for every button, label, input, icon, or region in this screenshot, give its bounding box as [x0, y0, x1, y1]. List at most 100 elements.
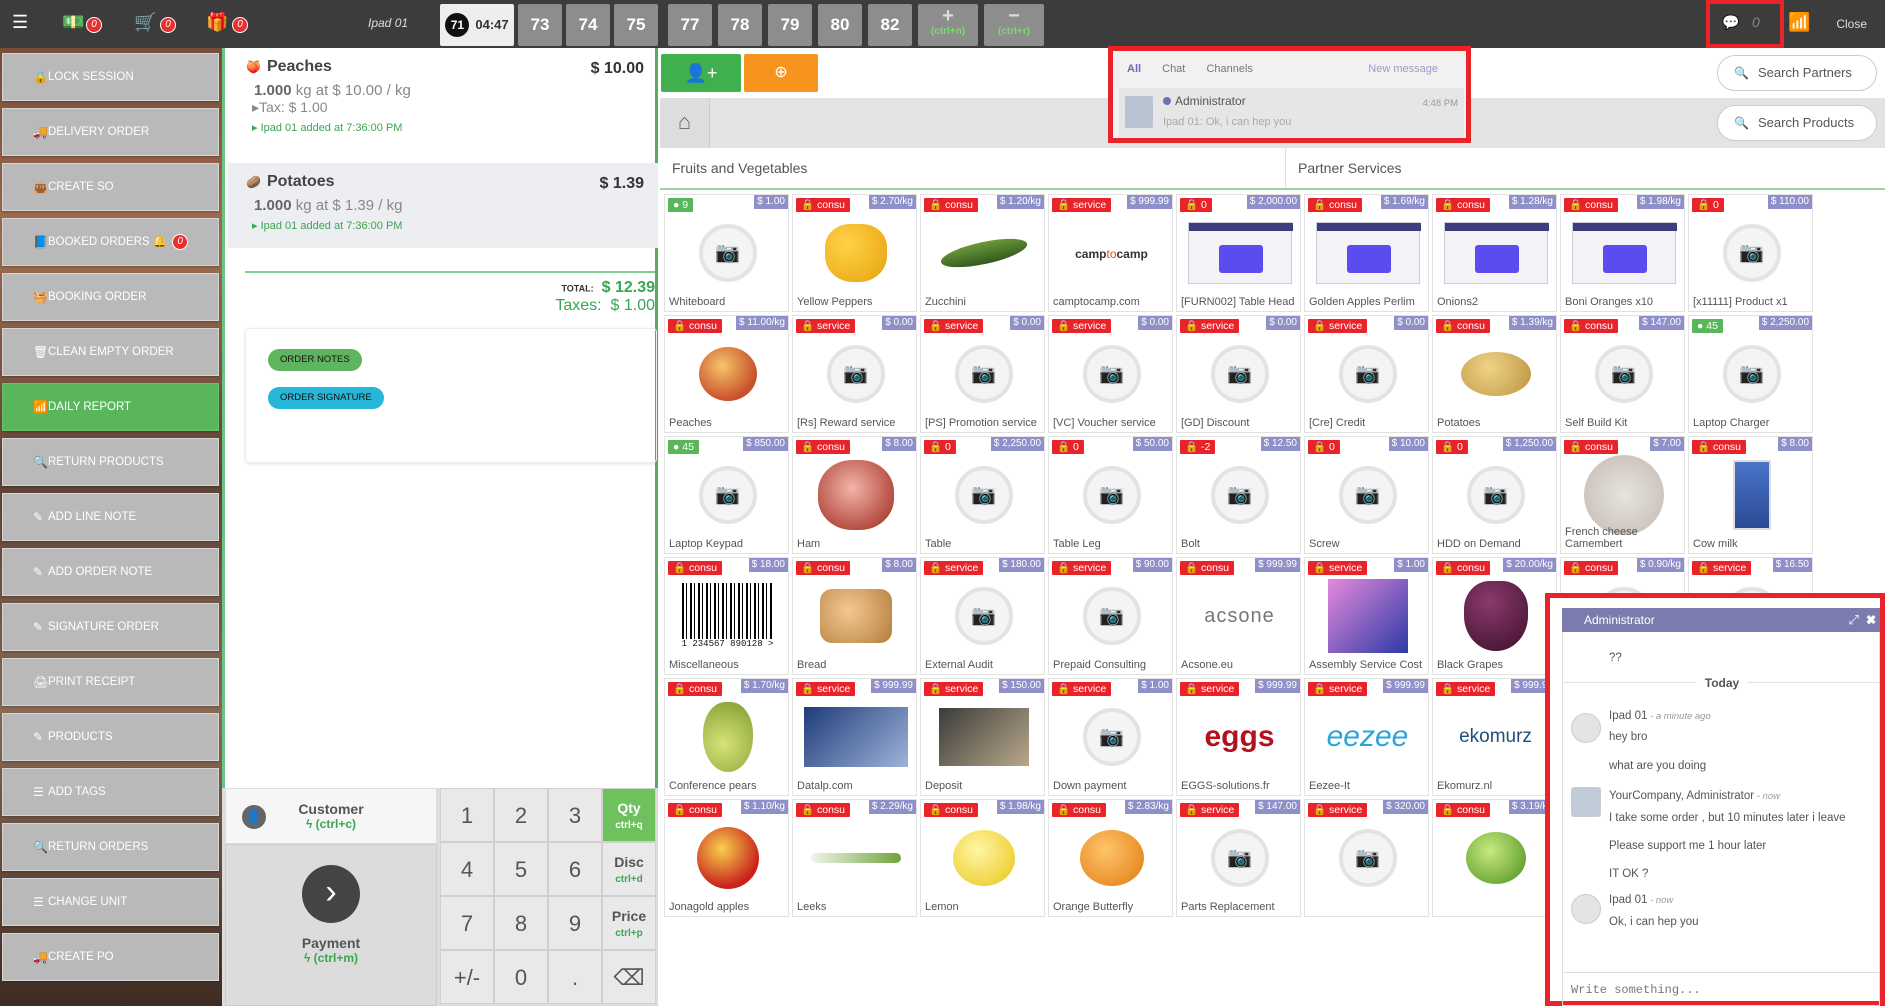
product-card[interactable]: 📷 🔒 0 $ 10.00 Screw — [1304, 436, 1429, 554]
payment-button[interactable]: › Payment ϟ (ctrl+m) — [225, 844, 437, 1006]
product-card[interactable]: 🔒 consu $ 1.69/kg Golden Apples Perlim — [1304, 194, 1429, 312]
sidebar-item-add-order-note[interactable]: ✎ ADD ORDER NOTE — [2, 548, 219, 596]
product-card[interactable]: 📷 🔒 service $ 1.00 Down payment — [1048, 678, 1173, 796]
tab-all[interactable]: All — [1127, 63, 1141, 75]
backspace-icon[interactable]: ⌫ — [602, 950, 656, 1004]
numpad-key[interactable]: 6 — [548, 842, 602, 896]
product-card[interactable]: acsone 🔒 consu $ 999.99 Acsone.eu — [1176, 557, 1301, 675]
order-tab[interactable]: 74 — [566, 4, 610, 46]
numpad-key[interactable]: 9 — [548, 896, 602, 950]
product-card[interactable]: 🔒 consu $ 8.00 Bread — [792, 557, 917, 675]
close-button[interactable]: Close — [1836, 17, 1867, 31]
product-card[interactable]: 🔒 0 $ 2,000.00 [FURN002] Table Head — [1176, 194, 1301, 312]
home-icon[interactable]: ⌂ — [660, 98, 710, 148]
order-tab[interactable]: 75 — [614, 4, 658, 46]
order-line-selected[interactable]: 🥔 Potatoes $ 1.39 1.000 kg at $ 1.39 / kg… — [228, 163, 658, 248]
chat-header[interactable]: Administrator ⤢ ✖ — [1562, 608, 1880, 632]
sidebar-item-daily-report[interactable]: 📶 DAILY REPORT — [2, 383, 219, 431]
product-card[interactable]: 🔒 consu $ 1.39/kg Potatoes — [1432, 315, 1557, 433]
product-card[interactable]: 📷 ● 9 $ 1.00 Whiteboard — [664, 194, 789, 312]
new-order-button[interactable]: + (ctrl+n) — [918, 4, 978, 46]
product-card[interactable]: 🔒 service $ 1.00 Assembly Service Cost — [1304, 557, 1429, 675]
product-card[interactable]: 🔒 consu $ 8.00 Ham — [792, 436, 917, 554]
numpad-key[interactable]: 8 — [494, 896, 548, 950]
product-card[interactable]: 🔒 consu $ 1.28/kg Onions2 — [1432, 194, 1557, 312]
sidebar-item-create-po[interactable]: 🚚 CREATE PO — [2, 933, 219, 981]
order-tab[interactable]: 73 — [518, 4, 562, 46]
gift-icon[interactable]: 🎁 — [206, 12, 228, 33]
product-card[interactable]: 🔒 consu $ 7.00 French cheese Camembert — [1560, 436, 1685, 554]
tab-chat[interactable]: Chat — [1162, 63, 1185, 75]
product-card[interactable]: 📷 🔒 service $ 180.00 External Audit — [920, 557, 1045, 675]
sidebar-item-booked-orders[interactable]: 📘 BOOKED ORDERS 🔔 0 — [2, 218, 219, 266]
numpad-key[interactable]: +/- — [440, 950, 494, 1004]
order-line[interactable]: 🍑 Peaches $ 10.00 1.000 kg at $ 10.00 / k… — [228, 48, 658, 153]
tab-channels[interactable]: Channels — [1206, 63, 1252, 75]
product-card[interactable]: 📷 🔒 service $ 147.00 Parts Replacement — [1176, 799, 1301, 917]
numpad-key[interactable]: 4 — [440, 842, 494, 896]
sidebar-item-products[interactable]: ✎ PRODUCTS — [2, 713, 219, 761]
product-card[interactable]: 🔒 consu $ 2.29/kg Leeks — [792, 799, 917, 917]
product-card[interactable]: 📷 ● 45 $ 850.00 Laptop Keypad — [664, 436, 789, 554]
numpad-key[interactable]: 1 — [440, 788, 494, 842]
product-card[interactable]: 📷 🔒 service $ 0.00 [Rs] Reward service — [792, 315, 917, 433]
sidebar-item-change-unit[interactable]: ☰ CHANGE UNIT — [2, 878, 219, 926]
product-card[interactable]: 📷 🔒 service $ 90.00 Prepaid Consulting — [1048, 557, 1173, 675]
product-card[interactable]: 📷 🔒 0 $ 1,250.00 HDD on Demand — [1432, 436, 1557, 554]
close-icon[interactable]: ✖ — [1866, 612, 1876, 627]
sidebar-item-add-tags[interactable]: ☰ ADD TAGS — [2, 768, 219, 816]
order-notes-button[interactable]: ORDER NOTES — [268, 349, 362, 371]
new-message-link[interactable]: New message — [1368, 63, 1438, 75]
product-card[interactable]: 📷 🔒 service $ 0.00 [GD] Discount — [1176, 315, 1301, 433]
expand-icon[interactable]: ⤢ — [1848, 612, 1858, 627]
product-card[interactable]: 📷 🔒 0 $ 110.00 [x11111] Product x1 — [1688, 194, 1813, 312]
product-card[interactable]: 📷 🔒 0 $ 50.00 Table Leg — [1048, 436, 1173, 554]
product-card[interactable]: 📷 🔒 service $ 0.00 [Cre] Credit — [1304, 315, 1429, 433]
product-card[interactable]: 🔒 service $ 999.99 Datalp.com — [792, 678, 917, 796]
chat-icon[interactable]: 💬 — [1722, 14, 1739, 31]
sidebar-item-delivery-order[interactable]: 🚚 DELIVERY ORDER — [2, 108, 219, 156]
sidebar-item-signature-order[interactable]: ✎ SIGNATURE ORDER — [2, 603, 219, 651]
numpad-key[interactable]: . — [548, 950, 602, 1004]
add-product-button[interactable]: ⊕ — [744, 54, 818, 92]
category-fruits-and-vegetables[interactable]: Fruits and Vegetables — [660, 148, 1285, 188]
sidebar-item-add-line-note[interactable]: ✎ ADD LINE NOTE — [2, 493, 219, 541]
order-signature-button[interactable]: ORDER SIGNATURE — [268, 387, 384, 409]
remove-order-button[interactable]: − (ctrl+r) — [984, 4, 1044, 46]
sidebar-item-clean-empty-order[interactable]: 🗑 CLEAN EMPTY ORDER — [2, 328, 219, 376]
product-card[interactable]: 🔒 consu $ 2.83/kg Orange Butterfly — [1048, 799, 1173, 917]
numpad-key[interactable]: 3 — [548, 788, 602, 842]
cash-icon[interactable]: 💵 — [62, 12, 84, 33]
product-card[interactable]: 📷 🔒 -2 $ 12.50 Bolt — [1176, 436, 1301, 554]
numpad-key[interactable]: 2 — [494, 788, 548, 842]
search-partners-input[interactable]: 🔍 Search Partners — [1717, 55, 1877, 91]
add-customer-button[interactable]: 👤+ — [661, 54, 741, 92]
order-tab[interactable]: 79 — [768, 4, 812, 46]
order-tab[interactable]: 80 — [818, 4, 862, 46]
sidebar-item-lock-session[interactable]: 🔒 LOCK SESSION — [2, 53, 219, 101]
mode-price-button[interactable]: Price ctrl+p — [602, 896, 656, 950]
mode-qty-button[interactable]: Qty ctrl+q — [602, 788, 656, 842]
product-card[interactable]: 🔒 consu $ 1.70/kg Conference pears — [664, 678, 789, 796]
product-card[interactable]: 📷 🔒 service $ 0.00 [VC] Voucher service — [1048, 315, 1173, 433]
order-tab[interactable]: 82 — [868, 4, 912, 46]
product-card[interactable]: ekomurz 🔒 service $ 999.99 Ekomurz.nl — [1432, 678, 1557, 796]
product-card[interactable]: 🔒 consu $ 20.00/kg Black Grapes — [1432, 557, 1557, 675]
sidebar-item-booking-order[interactable]: 🧺 BOOKING ORDER — [2, 273, 219, 321]
sidebar-item-print-receipt[interactable]: 🖨 PRINT RECEIPT — [2, 658, 219, 706]
mode-disc-button[interactable]: Disc ctrl+d — [602, 842, 656, 896]
category-partner-services[interactable]: Partner Services — [1285, 148, 1885, 188]
numpad-key[interactable]: 0 — [494, 950, 548, 1004]
numpad-key[interactable]: 5 — [494, 842, 548, 896]
product-card[interactable]: 🔒 consu $ 1.10/kg Jonagold apples — [664, 799, 789, 917]
sidebar-item-return-products[interactable]: 🔍 RETURN PRODUCTS — [2, 438, 219, 486]
product-card[interactable]: 📷 🔒 service $ 0.00 [PS] Promotion service — [920, 315, 1045, 433]
product-card[interactable]: 🔒 consu $ 1.98/kg Lemon — [920, 799, 1045, 917]
order-tab[interactable]: 77 — [668, 4, 712, 46]
product-card[interactable]: 🔒 consu $ 11.00/kg Peaches — [664, 315, 789, 433]
customer-button[interactable]: 👤 Customer ϟ (ctrl+c) — [225, 788, 437, 844]
product-card[interactable]: 📷 🔒 service $ 320.00 — [1304, 799, 1429, 917]
product-card[interactable]: 🔒 consu $ 8.00 Cow milk — [1688, 436, 1813, 554]
product-card[interactable]: 📷 ● 45 $ 2,250.00 Laptop Charger — [1688, 315, 1813, 433]
product-card[interactable]: eezee 🔒 service $ 999.99 Eezee-It — [1304, 678, 1429, 796]
